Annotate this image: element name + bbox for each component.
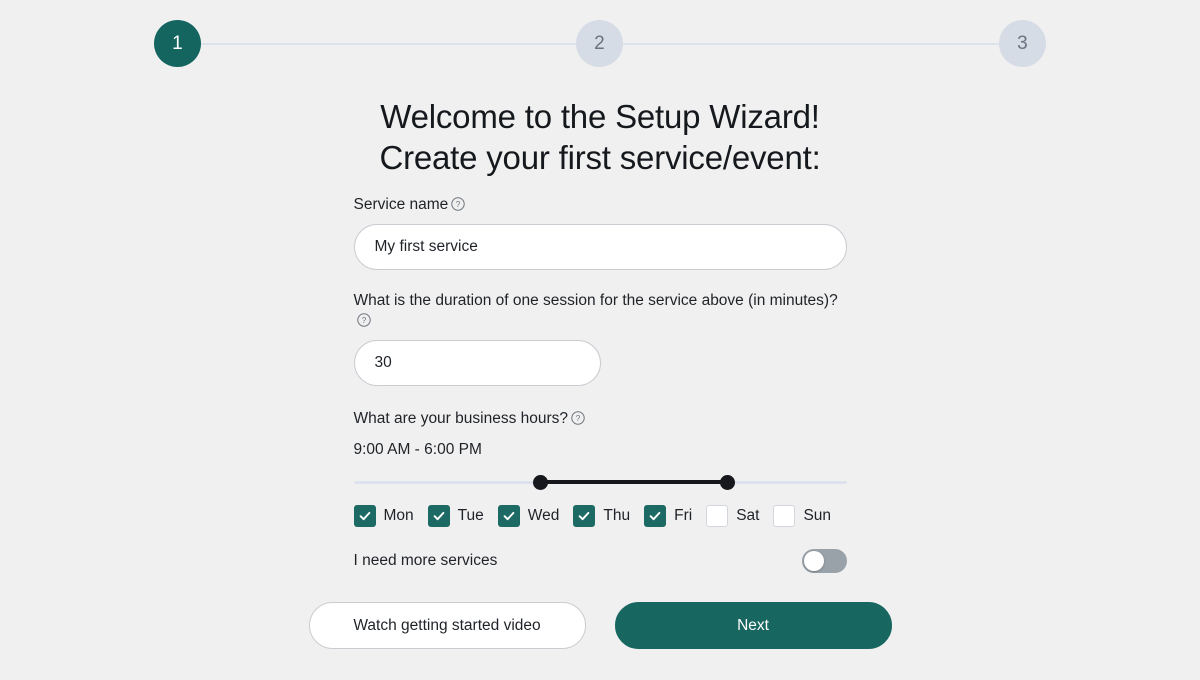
svg-text:?: ? xyxy=(361,315,366,325)
weekday-item-tue[interactable]: Tue xyxy=(427,505,484,527)
stepper-step-3-label: 3 xyxy=(1017,32,1028,54)
stepper-step-3[interactable]: 3 xyxy=(999,20,1046,67)
stepper-step-2-label: 2 xyxy=(594,32,605,54)
weekday-label-mon: Mon xyxy=(383,507,414,524)
watch-video-button[interactable]: Watch getting started video xyxy=(308,602,586,649)
svg-text:?: ? xyxy=(456,199,461,209)
weekday-label-thu: Thu xyxy=(603,507,631,524)
stepper-step-1-label: 1 xyxy=(172,32,183,54)
more-services-row: I need more services xyxy=(354,549,847,573)
weekday-item-thu[interactable]: Thu xyxy=(573,505,630,527)
business-hours-label: What are your business hours? ? xyxy=(354,409,847,429)
help-circle-icon[interactable]: ? xyxy=(571,411,585,425)
wizard-content: Welcome to the Setup Wizard! Create your… xyxy=(0,96,1200,649)
help-circle-icon[interactable]: ? xyxy=(451,197,465,211)
weekday-label-fri: Fri xyxy=(674,507,693,524)
weekday-label-sun: Sun xyxy=(803,507,832,524)
checkbox-mon[interactable] xyxy=(353,505,376,527)
check-icon xyxy=(359,511,370,521)
service-name-field-group: Service name ? xyxy=(353,195,847,270)
checkbox-sun[interactable] xyxy=(773,505,796,527)
duration-field-group: What is the duration of one session for … xyxy=(353,291,847,386)
weekday-item-mon[interactable]: Mon xyxy=(353,505,414,527)
more-services-toggle[interactable] xyxy=(801,549,847,573)
next-button[interactable]: Next xyxy=(614,602,892,649)
slider-handle-start[interactable] xyxy=(532,475,548,490)
setup-form: Service name ? What is the duration of o… xyxy=(308,178,892,649)
duration-input[interactable] xyxy=(353,340,601,386)
business-hours-value: 9:00 AM - 6:00 PM xyxy=(353,441,482,458)
slider-handle-end[interactable] xyxy=(719,475,735,490)
weekday-checkbox-group: Mon Tue Wed Thu Fri Sat Sun xyxy=(353,505,847,527)
service-name-label: Service name ? xyxy=(354,195,847,215)
weekday-item-sun[interactable]: Sun xyxy=(773,505,831,527)
stepper-step-2[interactable]: 2 xyxy=(576,20,623,67)
help-circle-icon[interactable]: ? xyxy=(356,313,371,327)
weekday-label-tue: Tue xyxy=(457,507,484,524)
slider-selected-range xyxy=(539,480,728,484)
toggle-knob xyxy=(803,551,824,571)
check-icon xyxy=(433,511,445,521)
weekday-item-wed[interactable]: Wed xyxy=(497,505,560,527)
stepper-step-1[interactable]: 1 xyxy=(154,20,201,67)
weekday-label-wed: Wed xyxy=(527,507,560,524)
check-icon xyxy=(579,511,590,521)
business-hours-field-group: What are your business hours? ? 9:00 AM … xyxy=(353,409,847,491)
svg-text:?: ? xyxy=(576,413,581,423)
service-name-label-text: Service name xyxy=(353,196,449,213)
more-services-label: I need more services xyxy=(353,552,498,569)
checkbox-wed[interactable] xyxy=(497,505,520,527)
duration-label-text: What is the duration of one session for … xyxy=(353,292,838,309)
checkbox-tue[interactable] xyxy=(427,505,450,527)
business-hours-range-slider[interactable] xyxy=(353,473,847,491)
check-icon xyxy=(649,511,661,521)
page-title: Welcome to the Setup Wizard! Create your… xyxy=(0,96,1200,178)
weekday-item-fri[interactable]: Fri xyxy=(644,505,692,527)
check-icon xyxy=(503,511,515,521)
weekday-item-sat[interactable]: Sat xyxy=(706,505,759,527)
checkbox-fri[interactable] xyxy=(644,505,667,527)
setup-wizard-page: 1 2 3 Welcome to the Setup Wizard! Creat… xyxy=(0,0,1200,680)
wizard-stepper: 1 2 3 xyxy=(0,0,1200,88)
duration-label: What is the duration of one session for … xyxy=(354,291,847,331)
business-hours-label-text: What are your business hours? xyxy=(353,410,569,427)
page-title-line-1: Welcome to the Setup Wizard! xyxy=(380,98,820,135)
wizard-actions: Watch getting started video Next xyxy=(308,602,892,649)
weekday-label-sat: Sat xyxy=(736,507,760,524)
page-title-line-2: Create your first service/event: xyxy=(379,139,821,176)
checkbox-sat[interactable] xyxy=(706,505,729,527)
checkbox-thu[interactable] xyxy=(573,505,596,527)
service-name-input[interactable] xyxy=(353,224,847,270)
